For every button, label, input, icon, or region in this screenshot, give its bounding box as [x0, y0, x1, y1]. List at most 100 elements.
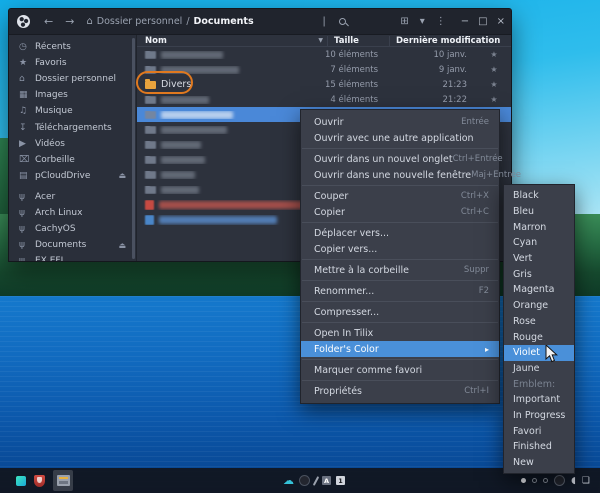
- submenu-arrow-icon: ▸: [485, 345, 489, 354]
- favorite-star-icon[interactable]: ★: [477, 50, 511, 59]
- submenu-item-marron[interactable]: Marron: [504, 219, 574, 235]
- sidebar-item-pclouddrive[interactable]: ▤pCloudDrive⏏: [9, 168, 136, 184]
- workspace-dot[interactable]: [543, 478, 548, 483]
- menu-item-folder-s-color[interactable]: Folder's Color▸: [301, 341, 499, 357]
- cloud-tray-icon[interactable]: ☁: [283, 474, 294, 487]
- settings-tray-icon[interactable]: [299, 475, 310, 486]
- column-header-modified[interactable]: Dernière modification: [390, 36, 511, 46]
- submenu-item-finished[interactable]: Finished: [504, 439, 574, 455]
- breadcrumb[interactable]: ⌂ Dossier personnel / Documents: [86, 16, 253, 27]
- volume-tray-icon[interactable]: ◖: [571, 476, 576, 486]
- menu-kebab-icon[interactable]: ⋮: [436, 16, 446, 27]
- menu-item-open-in-tilix[interactable]: Open In Tilix: [301, 325, 499, 341]
- file-row[interactable]: 10 éléments10 janv.★: [137, 47, 511, 62]
- sidebar-item-t-l-chargements[interactable]: ↧Téléchargements: [9, 119, 136, 135]
- favorite-star-icon[interactable]: ★: [477, 95, 511, 104]
- sidebar-item-dossier-personnel[interactable]: ⌂Dossier personnel: [9, 71, 136, 87]
- menu-item-d-placer-vers[interactable]: Déplacer vers...: [301, 225, 499, 241]
- menu-item-ouvrir[interactable]: OuvrirEntrée: [301, 114, 499, 130]
- forward-button[interactable]: →: [59, 15, 80, 28]
- menu-item-ouvrir-dans-un-nouvel-onglet[interactable]: Ouvrir dans un nouvel ongletCtrl+Entrée: [301, 151, 499, 167]
- image-icon: ▦: [19, 90, 35, 100]
- shield-app-icon[interactable]: [34, 475, 45, 487]
- submenu-item-violet[interactable]: Violet: [504, 345, 574, 361]
- file-row[interactable]: 7 éléments9 janv.★: [137, 62, 511, 77]
- submenu-item-label: Rose: [513, 316, 536, 327]
- favorite-star-icon[interactable]: ★: [477, 80, 511, 89]
- folder-icon: [145, 51, 156, 59]
- sidebar-item-ex-efi[interactable]: ψEX EFI: [9, 253, 136, 262]
- submenu-item-vert[interactable]: Vert: [504, 251, 574, 267]
- submenu-item-new[interactable]: New: [504, 455, 574, 471]
- search-icon[interactable]: [339, 18, 346, 25]
- submenu-item-jaune[interactable]: Jaune: [504, 361, 574, 377]
- breadcrumb-current[interactable]: Documents: [194, 16, 254, 27]
- sidebar-scrollbar[interactable]: [132, 38, 135, 259]
- workspace-dot-active[interactable]: [521, 478, 526, 483]
- menu-item-mettre-la-corbeille[interactable]: Mettre à la corbeilleSuppr: [301, 262, 499, 278]
- menu-item-ouvrir-dans-une-nouvelle-fen-tre[interactable]: Ouvrir dans une nouvelle fenêtreMaj+Entr…: [301, 167, 499, 183]
- close-button[interactable]: ×: [497, 16, 505, 27]
- sidebar-item-vid-os[interactable]: ▶Vidéos: [9, 136, 136, 152]
- eject-icon[interactable]: ⏏: [118, 171, 126, 180]
- split-view-icon[interactable]: ❘: [320, 16, 328, 27]
- submenu-item-label: Favori: [513, 426, 541, 437]
- menu-item-ouvrir-avec-une-autre-application[interactable]: Ouvrir avec une autre application: [301, 130, 499, 146]
- menu-item-marquer-comme-favori[interactable]: Marquer comme favori: [301, 362, 499, 378]
- favorite-star-icon[interactable]: ★: [477, 65, 511, 74]
- sidebar-item-favoris[interactable]: ★Favoris: [9, 55, 136, 71]
- sidebar-item-label: Téléchargements: [35, 123, 112, 133]
- submenu-item-in-progress[interactable]: In Progress: [504, 408, 574, 424]
- menu-item-copier[interactable]: CopierCtrl+C: [301, 204, 499, 220]
- sidebar-item-label: Acer: [35, 192, 55, 202]
- breadcrumb-prefix[interactable]: Dossier personnel: [97, 16, 183, 27]
- menu-item-copier-vers[interactable]: Copier vers...: [301, 241, 499, 257]
- blurred-file-name: [161, 156, 205, 164]
- submenu-item-gris[interactable]: Gris: [504, 266, 574, 282]
- sidebar-item-musique[interactable]: ♫Musique: [9, 103, 136, 119]
- submenu-item-bleu[interactable]: Bleu: [504, 204, 574, 220]
- submenu-item-label: Violet: [513, 347, 540, 358]
- submenu-item-orange[interactable]: Orange: [504, 298, 574, 314]
- back-button[interactable]: ←: [38, 15, 59, 28]
- column-header-name[interactable]: Nom ▼: [137, 36, 328, 46]
- sidebar-item-r-cents[interactable]: ◷Récents: [9, 39, 136, 55]
- view-caret-icon[interactable]: ▾: [420, 16, 425, 27]
- titlebar[interactable]: ← → ⌂ Dossier personnel / Documents ❘ ⊞ …: [9, 9, 511, 35]
- minimize-button[interactable]: −: [461, 16, 469, 27]
- column-header-size[interactable]: Taille: [328, 36, 390, 46]
- sidebar-item-arch-linux[interactable]: ψArch Linux: [9, 205, 136, 221]
- sidebar-item-images[interactable]: ▦Images: [9, 87, 136, 103]
- submenu-item-favori[interactable]: Favori: [504, 423, 574, 439]
- sidebar-item-documents[interactable]: ψDocuments⏏: [9, 237, 136, 253]
- submenu-item-magenta[interactable]: Magenta: [504, 282, 574, 298]
- submenu-item-important[interactable]: Important: [504, 392, 574, 408]
- workspace-dot[interactable]: [532, 478, 537, 483]
- chat-tray-icon[interactable]: ❏: [582, 476, 590, 486]
- file-row-divers[interactable]: Divers15 éléments21:23★: [137, 77, 511, 92]
- maximize-button[interactable]: □: [478, 16, 487, 27]
- sidebar-item-acer[interactable]: ψAcer: [9, 189, 136, 205]
- file-row[interactable]: 4 éléments21:22★: [137, 92, 511, 107]
- submenu-item-rose[interactable]: Rose: [504, 314, 574, 330]
- blurred-file-name: [161, 126, 227, 134]
- clipboard-tray-icon[interactable]: [313, 476, 319, 486]
- notification-count-badge[interactable]: 1: [336, 476, 345, 485]
- clock-tray-icon[interactable]: [554, 475, 565, 486]
- eject-icon[interactable]: ⏏: [118, 241, 126, 250]
- menu-item-renommer[interactable]: Renommer...F2: [301, 283, 499, 299]
- menu-item-compresser[interactable]: Compresser...: [301, 304, 499, 320]
- sidebar-item-corbeille[interactable]: ⌧Corbeille: [9, 152, 136, 168]
- submenu-item-rouge[interactable]: Rouge: [504, 329, 574, 345]
- taskbar-active-filemanager[interactable]: [53, 470, 73, 491]
- view-grid-icon[interactable]: ⊞: [400, 16, 408, 27]
- menu-item-couper[interactable]: CouperCtrl+X: [301, 188, 499, 204]
- keyboard-layout-badge[interactable]: A: [322, 476, 331, 485]
- menu-item-label: Ouvrir dans une nouvelle fenêtre: [314, 170, 471, 181]
- submenu-item-cyan[interactable]: Cyan: [504, 235, 574, 251]
- file-modified: 9 janv.: [382, 65, 477, 75]
- menu-item-propri-t-s[interactable]: PropriétésCtrl+I: [301, 383, 499, 399]
- sidebar-item-cachyos[interactable]: ψCachyOS: [9, 221, 136, 237]
- submenu-item-black[interactable]: Black: [504, 188, 574, 204]
- app-launcher-icon[interactable]: [16, 476, 26, 486]
